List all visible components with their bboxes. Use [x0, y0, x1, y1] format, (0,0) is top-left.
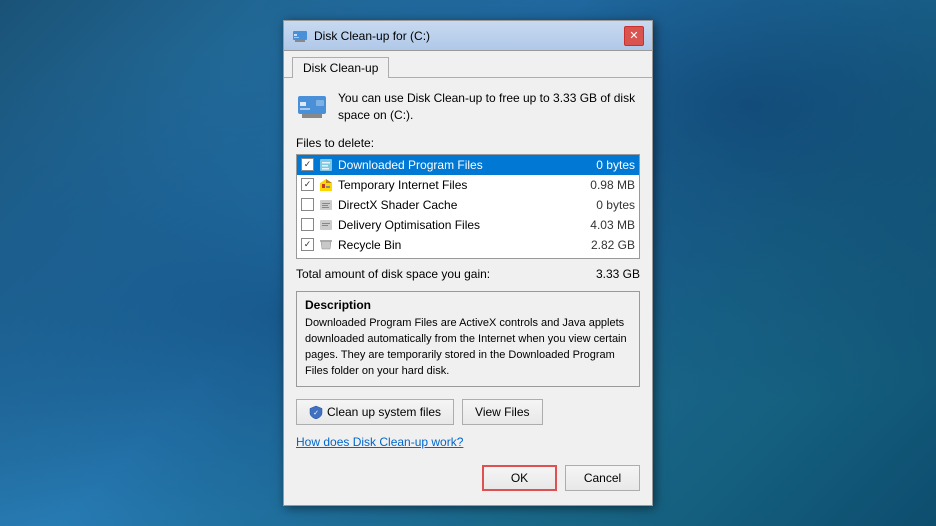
table-row[interactable]: DirectX Shader Cache 0 bytes: [297, 195, 639, 215]
header-description: You can use Disk Clean-up to free up to …: [338, 90, 640, 124]
svg-text:✓: ✓: [313, 410, 319, 417]
file-name-3: Delivery Optimisation Files: [338, 218, 582, 232]
dialog-content: You can use Disk Clean-up to free up to …: [284, 78, 652, 504]
total-value: 3.33 GB: [596, 267, 640, 281]
file-type-icon-0: [318, 157, 334, 173]
how-link[interactable]: How does Disk Clean-up work?: [296, 435, 463, 449]
file-checkbox-0[interactable]: [301, 158, 314, 171]
table-row[interactable]: Downloaded Program Files 0 bytes: [297, 155, 639, 175]
file-name-2: DirectX Shader Cache: [338, 198, 588, 212]
header-section: You can use Disk Clean-up to free up to …: [296, 90, 640, 124]
file-checkbox-3[interactable]: [301, 218, 314, 231]
file-list[interactable]: Downloaded Program Files 0 bytes Tempora…: [296, 154, 640, 259]
file-size-2: 0 bytes: [596, 198, 635, 212]
dialog-title: Disk Clean-up for (C:): [314, 29, 624, 43]
cancel-button[interactable]: Cancel: [565, 465, 640, 491]
disk-icon: [296, 90, 328, 122]
shield-icon: ✓: [309, 405, 323, 419]
file-checkbox-2[interactable]: [301, 198, 314, 211]
file-size-1: 0.98 MB: [590, 178, 635, 192]
file-name-4: Recycle Bin: [338, 238, 583, 252]
file-size-3: 4.03 MB: [590, 218, 635, 232]
files-label: Files to delete:: [296, 136, 640, 150]
table-row[interactable]: Delivery Optimisation Files 4.03 MB: [297, 215, 639, 235]
file-size-0: 0 bytes: [596, 158, 635, 172]
view-files-button[interactable]: View Files: [462, 399, 542, 425]
view-files-label: View Files: [475, 405, 529, 419]
clean-system-files-label: Clean up system files: [327, 405, 441, 419]
description-text: Downloaded Program Files are ActiveX con…: [305, 316, 631, 380]
file-name-1: Temporary Internet Files: [338, 178, 582, 192]
clean-system-files-button[interactable]: ✓ Clean up system files: [296, 399, 454, 425]
total-line: Total amount of disk space you gain: 3.3…: [296, 267, 640, 281]
action-buttons-row: ✓ Clean up system files View Files: [296, 399, 640, 425]
file-type-icon-4: [318, 237, 334, 253]
description-box: Description Downloaded Program Files are…: [296, 291, 640, 387]
file-type-icon-1: [318, 177, 334, 193]
table-row[interactable]: Recycle Bin 2.82 GB: [297, 235, 639, 255]
file-size-4: 2.82 GB: [591, 238, 635, 252]
file-type-icon-3: [318, 217, 334, 233]
total-label: Total amount of disk space you gain:: [296, 267, 490, 281]
file-type-icon-2: [318, 197, 334, 213]
tab-strip: Disk Clean-up: [284, 51, 652, 78]
description-heading: Description: [305, 298, 631, 312]
disk-cleanup-dialog: Disk Clean-up for (C:) ✕ Disk Clean-up Y…: [283, 20, 653, 505]
ok-cancel-row: OK Cancel: [296, 459, 640, 493]
title-bar-icon: [292, 28, 308, 44]
tab-disk-cleanup[interactable]: Disk Clean-up: [292, 57, 389, 78]
close-button[interactable]: ✕: [624, 26, 644, 46]
table-row[interactable]: Temporary Internet Files 0.98 MB: [297, 175, 639, 195]
file-checkbox-1[interactable]: [301, 178, 314, 191]
ok-button[interactable]: OK: [482, 465, 557, 491]
file-checkbox-4[interactable]: [301, 238, 314, 251]
title-bar: Disk Clean-up for (C:) ✕: [284, 21, 652, 51]
file-name-0: Downloaded Program Files: [338, 158, 588, 172]
